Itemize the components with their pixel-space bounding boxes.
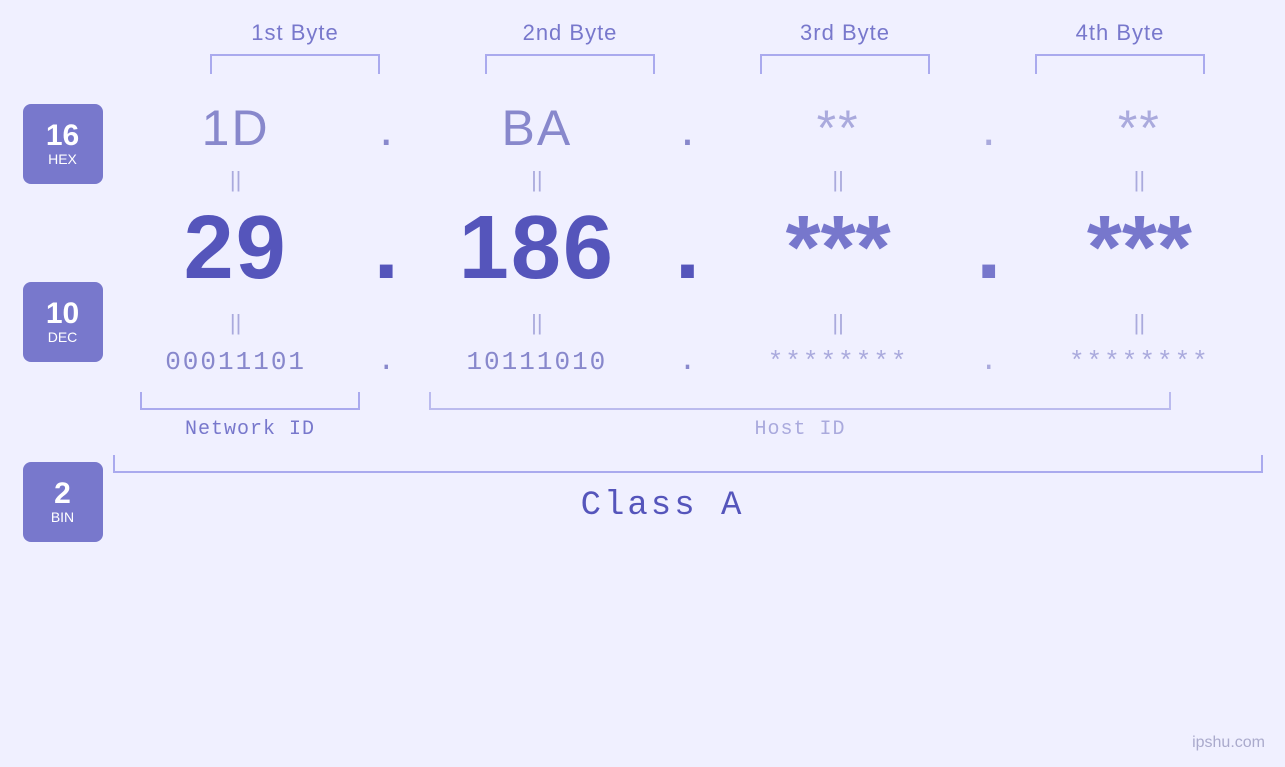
- watermark: ipshu.com: [1192, 734, 1265, 752]
- dec-cell-2: 186: [414, 197, 660, 300]
- bin-value-4: ********: [1069, 347, 1210, 377]
- equals-4: ||: [1016, 167, 1262, 193]
- equals-1: ||: [113, 167, 359, 193]
- content-area: 16 HEX 10 DEC 2 BIN 1D .: [23, 94, 1263, 542]
- hex-row: 1D . BA . ** . **: [113, 99, 1263, 157]
- dec-dot-2: .: [660, 197, 715, 300]
- bin-badge: 2 BIN: [23, 462, 103, 542]
- bin-value-3: ********: [768, 347, 909, 377]
- bin-dot-3: .: [961, 345, 1016, 379]
- bin-dot-2: .: [660, 345, 715, 379]
- main-container: 1st Byte 2nd Byte 3rd Byte 4th Byte 16 H…: [0, 0, 1285, 767]
- dec-value-4: ***: [1087, 198, 1192, 298]
- hex-cell-3: **: [715, 99, 961, 157]
- dec-badge: 10 DEC: [23, 282, 103, 362]
- top-brackets-row: [158, 54, 1258, 74]
- dec-num: 10: [46, 299, 79, 329]
- bin-cell-1: 00011101: [113, 347, 359, 377]
- bin-row: 00011101 . 10111010 . ******** .: [113, 345, 1263, 379]
- class-label-row: Class A: [113, 487, 1213, 525]
- byte-label-3: 3rd Byte: [708, 20, 983, 46]
- equals-5: ||: [113, 310, 359, 336]
- byte-label-1: 1st Byte: [158, 20, 433, 46]
- byte-labels-row: 1st Byte 2nd Byte 3rd Byte 4th Byte: [158, 20, 1258, 46]
- network-bracket: [140, 392, 360, 410]
- top-bracket-4: [1035, 54, 1205, 74]
- bin-value-1: 00011101: [165, 347, 306, 377]
- hex-value-1: 1D: [202, 100, 270, 156]
- hex-label: HEX: [48, 151, 77, 168]
- bin-cell-2: 10111010: [414, 347, 660, 377]
- bin-dot-1: .: [359, 345, 414, 379]
- dec-dot-1: .: [359, 197, 414, 300]
- hex-value-3: **: [817, 100, 860, 156]
- bin-cell-4: ********: [1016, 347, 1262, 377]
- dec-cell-4: ***: [1016, 197, 1262, 300]
- top-bracket-1: [210, 54, 380, 74]
- equals-3: ||: [715, 167, 961, 193]
- bin-label: BIN: [51, 509, 74, 526]
- hex-cell-1: 1D: [113, 99, 359, 157]
- hex-num: 16: [46, 121, 79, 151]
- top-bracket-3: [760, 54, 930, 74]
- byte-label-4: 4th Byte: [983, 20, 1258, 46]
- host-bracket: [429, 392, 1172, 410]
- bin-num: 2: [54, 479, 71, 509]
- dec-value-2: 186: [459, 198, 615, 298]
- side-labels: 16 HEX 10 DEC 2 BIN: [23, 104, 103, 542]
- bin-cell-3: ********: [715, 347, 961, 377]
- dec-value-1: 29: [184, 198, 288, 298]
- equals-row-1: || || || ||: [113, 162, 1263, 197]
- top-bracket-2: [485, 54, 655, 74]
- bottom-brackets: [113, 392, 1213, 410]
- dec-label: DEC: [48, 329, 78, 346]
- dec-cell-3: ***: [715, 197, 961, 300]
- hex-badge: 16 HEX: [23, 104, 103, 184]
- hex-cell-2: BA: [414, 99, 660, 157]
- equals-6: ||: [414, 310, 660, 336]
- hex-dot-2: .: [660, 99, 715, 157]
- dec-cell-1: 29: [113, 197, 359, 300]
- grid-area: 1D . BA . ** . **: [113, 94, 1263, 525]
- bin-value-2: 10111010: [466, 347, 607, 377]
- outer-bracket-container: [113, 455, 1263, 473]
- equals-7: ||: [715, 310, 961, 336]
- hex-cell-4: **: [1016, 99, 1262, 157]
- equals-row-2: || || || ||: [113, 305, 1263, 340]
- dec-row: 29 . 186 . *** . ***: [113, 197, 1263, 300]
- network-id-label: Network ID: [113, 418, 388, 441]
- outer-bracket: [113, 455, 1263, 473]
- dec-value-3: ***: [786, 198, 891, 298]
- equals-8: ||: [1016, 310, 1262, 336]
- equals-2: ||: [414, 167, 660, 193]
- dec-dot-3: .: [961, 197, 1016, 300]
- hex-value-2: BA: [502, 100, 573, 156]
- byte-label-2: 2nd Byte: [433, 20, 708, 46]
- host-id-label: Host ID: [388, 418, 1213, 441]
- class-label: Class A: [581, 487, 745, 525]
- hex-dot-3: .: [961, 99, 1016, 157]
- hex-dot-1: .: [359, 99, 414, 157]
- hex-value-4: **: [1118, 100, 1161, 156]
- id-labels-row: Network ID Host ID: [113, 418, 1213, 441]
